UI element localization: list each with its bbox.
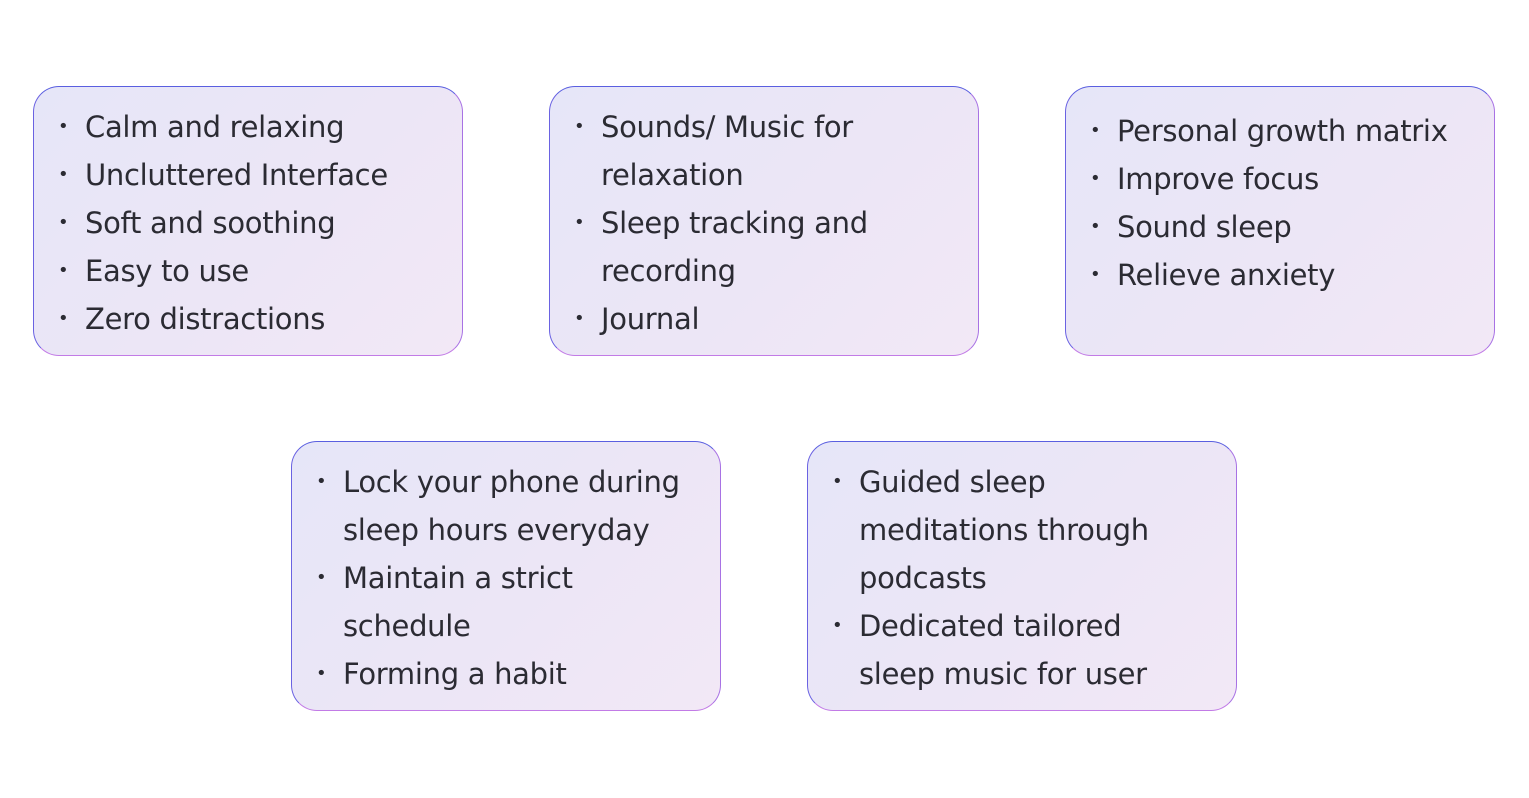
bullet-icon: • <box>58 116 69 137</box>
list-item: • Journal <box>572 295 972 343</box>
bullet-icon: • <box>574 212 585 233</box>
list-item-text: Easy to use <box>85 254 249 288</box>
bullet-icon: • <box>58 164 69 185</box>
list-item: • Relieve anxiety <box>1088 251 1488 299</box>
list-item: • Uncluttered Interface <box>56 151 456 199</box>
list-item-text: Sleep tracking and <box>601 206 868 240</box>
list-item: • Zero distractions <box>56 295 456 343</box>
bullet-icon: • <box>316 663 327 684</box>
list-item: • Soft and soothing <box>56 199 456 247</box>
list-item: • Lock your phone during sleep hours every… <box>314 458 714 554</box>
card-features: • Sounds/ Music for relaxation • Sleep track… <box>549 86 979 356</box>
list-item: • Forming a habit <box>314 650 714 698</box>
bullet-icon: • <box>832 615 843 636</box>
bullet-icon: • <box>58 260 69 281</box>
list-item-text: meditations through <box>859 513 1149 547</box>
list-item-text: Relieve anxiety <box>1117 258 1336 292</box>
bullet-icon: • <box>316 471 327 492</box>
list-item-text: Personal growth matrix <box>1117 114 1448 148</box>
list-item: • Easy to use <box>56 247 456 295</box>
bullet-icon: • <box>574 116 585 137</box>
list-item-text: Improve focus <box>1117 162 1319 196</box>
list-item-text: recording <box>601 254 736 288</box>
bullet-icon: • <box>58 212 69 233</box>
list-item: • Dedicated tailored sleep music for user <box>830 602 1230 698</box>
list-item-text: sleep hours everyday <box>343 513 650 547</box>
list-item-text: Guided sleep <box>859 465 1046 499</box>
bullet-icon: • <box>574 308 585 329</box>
list-item: • Sound sleep <box>1088 203 1488 251</box>
bullet-icon: • <box>1090 264 1101 285</box>
bullet-icon: • <box>1090 120 1101 141</box>
list-item-text: podcasts <box>859 561 987 595</box>
list-item: • Personal growth matrix <box>1088 107 1488 155</box>
bullet-icon: • <box>1090 216 1101 237</box>
list-item-text: Sounds/ Music for <box>601 110 853 144</box>
bullet-icon: • <box>316 567 327 588</box>
card-content: • Guided sleep meditations through podcasts… <box>807 441 1237 711</box>
list-item-text: Dedicated tailored <box>859 609 1122 643</box>
list-item-text: Uncluttered Interface <box>85 158 388 192</box>
bullet-list: • Sounds/ Music for relaxation • Sleep track… <box>572 103 972 343</box>
bullet-icon: • <box>1090 168 1101 189</box>
bullet-list: • Guided sleep meditations through podcasts… <box>830 458 1230 698</box>
list-item-text: Maintain a strict <box>343 561 573 595</box>
list-item-text: Lock your phone during <box>343 465 680 499</box>
list-item-text: Forming a habit <box>343 657 567 691</box>
list-item-text: Sound sleep <box>1117 210 1292 244</box>
list-item: • Sleep tracking and recording <box>572 199 972 295</box>
list-item: • Calm and relaxing <box>56 103 456 151</box>
bullet-list: • Calm and relaxing • Uncluttered Interface… <box>56 103 456 343</box>
card-design-qualities: • Calm and relaxing • Uncluttered Interface… <box>33 86 463 356</box>
list-item-text: relaxation <box>601 158 744 192</box>
list-item: • Maintain a strict schedule <box>314 554 714 650</box>
list-item-text: Journal <box>601 302 700 336</box>
list-item: • Sounds/ Music for relaxation <box>572 103 972 199</box>
list-item-text: sleep music for user <box>859 657 1147 691</box>
bullet-list: • Personal growth matrix • Improve focus • So… <box>1088 107 1488 299</box>
list-item: • Improve focus <box>1088 155 1488 203</box>
list-item-text: Calm and relaxing <box>85 110 345 144</box>
bullet-list: • Lock your phone during sleep hours every… <box>314 458 714 698</box>
list-item-text: schedule <box>343 609 471 643</box>
card-habits: • Lock your phone during sleep hours every… <box>291 441 721 711</box>
bullet-icon: • <box>58 308 69 329</box>
card-goals: • Personal growth matrix • Improve focus • So… <box>1065 86 1495 356</box>
list-item-text: Zero distractions <box>85 302 326 336</box>
bullet-icon: • <box>832 471 843 492</box>
list-item: • Guided sleep meditations through podcasts <box>830 458 1230 602</box>
list-item-text: Soft and soothing <box>85 206 336 240</box>
